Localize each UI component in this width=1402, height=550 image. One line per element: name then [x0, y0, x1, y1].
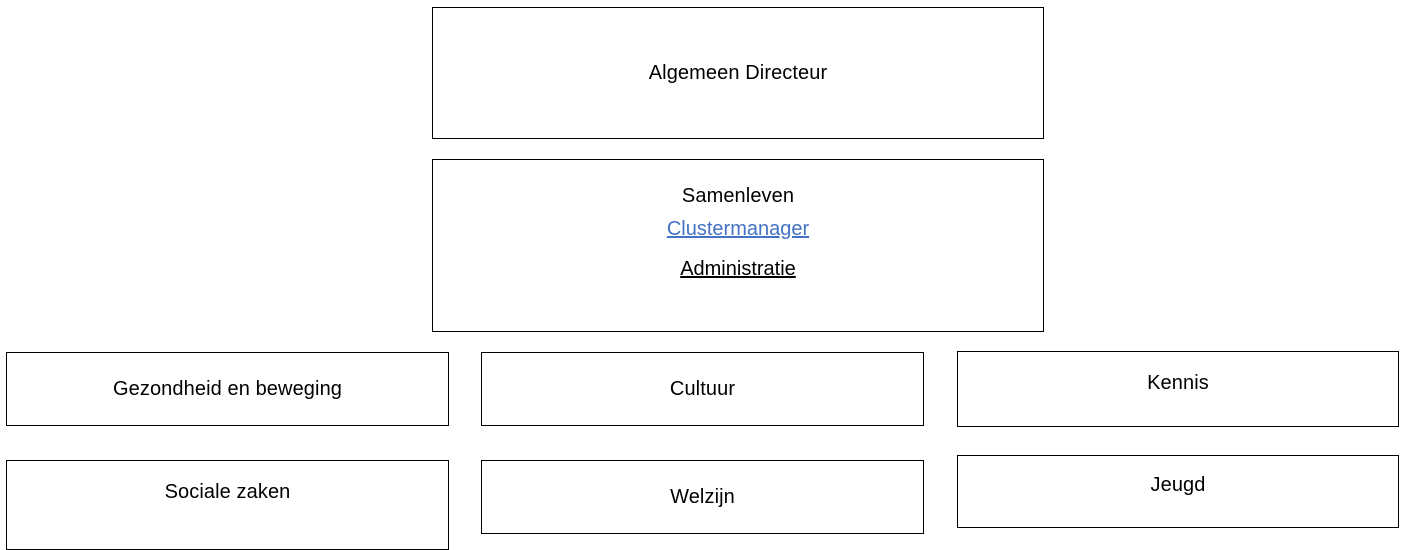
node-welzijn: Welzijn: [481, 460, 924, 534]
cluster-title-text: Samenleven: [681, 185, 795, 207]
node-label: Jeugd: [1150, 474, 1206, 496]
node-jeugd: Jeugd: [957, 455, 1399, 528]
node-algemeen-directeur: Algemeen Directeur: [432, 7, 1044, 139]
node-label: Sociale zaken: [164, 481, 291, 503]
cluster-link-row-1: Clustermanager: [433, 219, 1043, 240]
cluster-link-row-2: Administratie: [433, 259, 1043, 280]
node-cultuur: Cultuur: [481, 352, 924, 426]
cluster-title: Samenleven: [433, 185, 1043, 208]
node-gezondheid-en-beweging: Gezondheid en beweging: [6, 352, 449, 426]
node-label-director: Algemeen Directeur: [648, 61, 828, 84]
node-label: Gezondheid en beweging: [112, 377, 343, 400]
node-label: Welzijn: [670, 485, 735, 508]
administratie-link[interactable]: Administratie: [680, 259, 796, 279]
clustermanager-link[interactable]: Clustermanager: [667, 219, 809, 239]
node-label: Kennis: [1147, 372, 1209, 394]
node-kennis: Kennis: [957, 351, 1399, 427]
node-label: Cultuur: [669, 377, 736, 400]
node-sociale-zaken: Sociale zaken: [6, 460, 449, 550]
node-cluster-samenleven: Samenleven Clustermanager Administratie: [432, 159, 1044, 332]
